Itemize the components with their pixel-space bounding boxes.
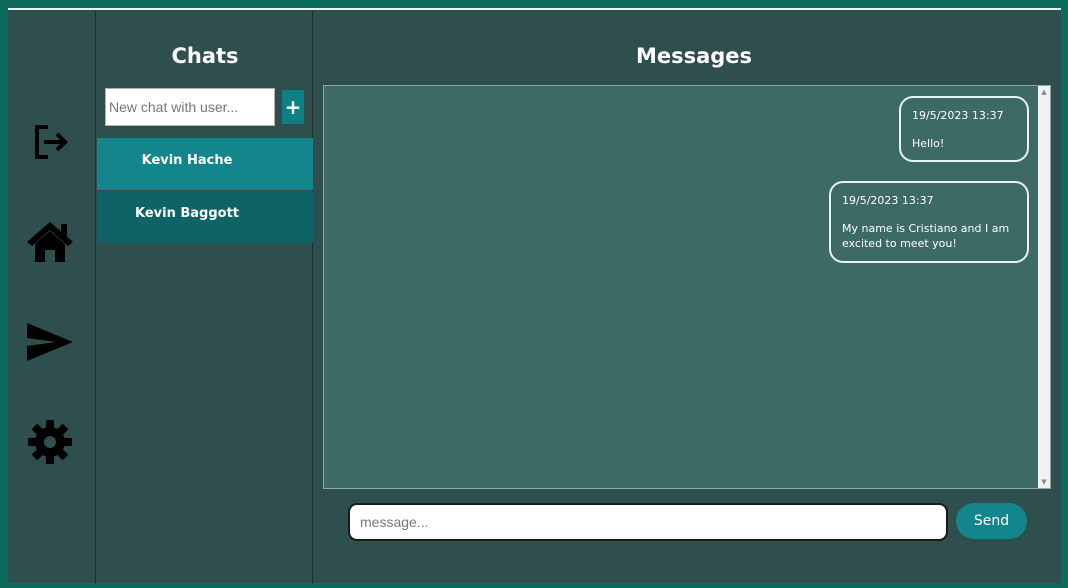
settings-button[interactable] bbox=[22, 414, 78, 470]
message-bubble: 19/5/2023 13:37 My name is Cristiano and… bbox=[829, 181, 1029, 263]
logout-icon bbox=[35, 125, 68, 159]
messages-title: Messages bbox=[635, 44, 753, 68]
chat-item-label: Kevin Hache bbox=[141, 153, 233, 168]
send-button[interactable]: Send bbox=[956, 503, 1027, 539]
chats-title: Chats bbox=[171, 44, 239, 68]
message-text: My name is Cristiano and I am excited to… bbox=[842, 222, 1010, 250]
add-chat-button[interactable]: + bbox=[282, 90, 304, 124]
logout-button[interactable] bbox=[22, 114, 78, 170]
message-input[interactable] bbox=[348, 503, 948, 541]
home-icon bbox=[27, 222, 73, 262]
chat-item-kevin-hache[interactable]: Kevin Hache bbox=[97, 138, 313, 190]
new-chat-input[interactable] bbox=[105, 88, 275, 126]
chat-item-kevin-baggott[interactable]: Kevin Baggott bbox=[97, 191, 313, 243]
message-bubble: 19/5/2023 13:37 Hello! bbox=[899, 96, 1029, 162]
chat-item-label: Kevin Baggott bbox=[134, 206, 240, 221]
message-timestamp: 19/5/2023 13:37 bbox=[912, 109, 1004, 122]
message-scrollbar[interactable]: ▲ ▼ bbox=[1038, 86, 1050, 488]
scroll-up-icon[interactable]: ▲ bbox=[1038, 86, 1050, 98]
message-text: Hello! bbox=[912, 137, 945, 150]
app-window: Chats + Kevin Hache Kevin Baggott Messag… bbox=[8, 8, 1061, 583]
home-button[interactable] bbox=[22, 214, 78, 270]
message-list: 19/5/2023 13:37 Hello! 19/5/2023 13:37 M… bbox=[323, 85, 1051, 489]
send-nav-button[interactable] bbox=[22, 314, 78, 370]
chats-panel: Chats + Kevin Hache Kevin Baggott bbox=[97, 10, 313, 583]
message-timestamp: 19/5/2023 13:37 bbox=[842, 194, 934, 207]
scroll-down-icon[interactable]: ▼ bbox=[1038, 476, 1050, 488]
send-icon bbox=[27, 323, 73, 361]
messages-panel: Messages 19/5/2023 13:37 Hello! 19/5/202… bbox=[314, 10, 1061, 583]
icon-sidebar bbox=[8, 10, 96, 583]
settings-icon bbox=[28, 420, 72, 464]
